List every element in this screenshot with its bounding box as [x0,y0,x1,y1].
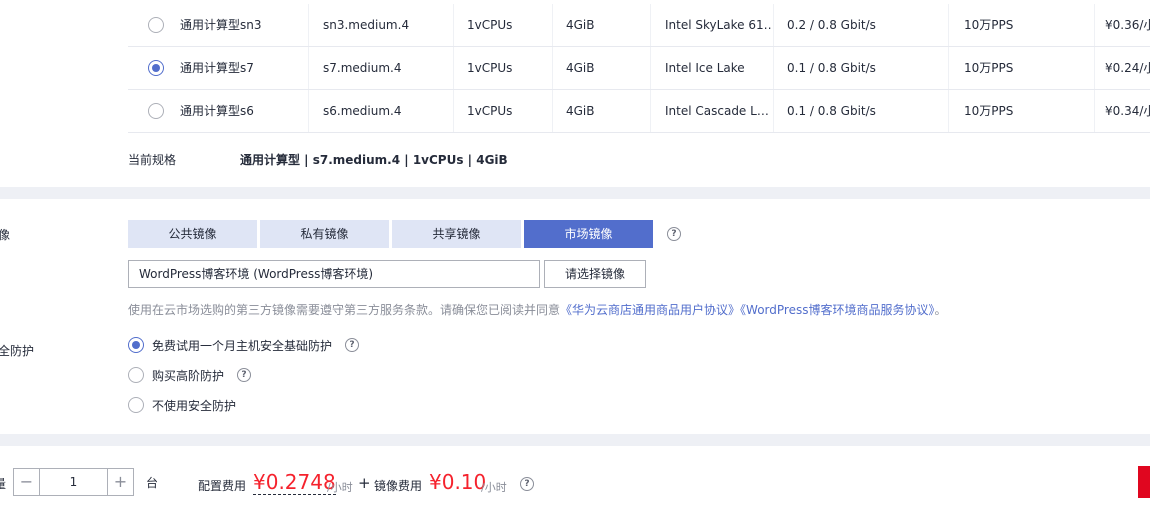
flavor-pps: 10万PPS [964,104,1014,118]
quantity-increment-button[interactable]: + [107,468,134,496]
image-fee-price: ¥0.10 [429,470,487,494]
flavor-spec: sn3.medium.4 [323,18,410,32]
flavor-row-sn3[interactable]: 通用计算型sn3 sn3.medium.4 1vCPUs 4GiB Intel … [128,4,1150,47]
help-icon[interactable]: ? [520,477,534,491]
tab-public-image[interactable]: 公共镜像 [128,220,257,248]
plus-sign: + [358,474,371,492]
image-section-label: 像 [0,228,11,242]
quantity-input[interactable]: 1 [40,468,107,496]
flavor-spec: s7.medium.4 [323,61,402,75]
help-icon[interactable]: ? [345,338,359,352]
flavor-radio[interactable] [148,17,164,33]
current-spec-value: 通用计算型 | s7.medium.4 | 1vCPUs | 4GiB [240,153,508,167]
flavor-bandwidth: 0.1 / 0.8 Gbit/s [787,61,876,75]
config-fee-price[interactable]: ¥0.2748 [253,470,336,495]
tab-shared-image[interactable]: 共享镜像 [392,220,521,248]
flavor-row-s6[interactable]: 通用计算型s6 s6.medium.4 1vCPUs 4GiB Intel Ca… [128,90,1150,133]
flavor-memory: 4GiB [566,61,595,75]
flavor-table-panel: 通用计算型sn3 sn3.medium.4 1vCPUs 4GiB Intel … [0,0,1150,187]
flavor-name: 通用计算型sn3 [180,18,262,32]
flavor-price: ¥0.24/小 [1105,61,1150,75]
security-option-radio[interactable] [128,367,144,383]
flavor-vcpus: 1vCPUs [467,61,513,75]
flavor-row-s7[interactable]: 通用计算型s7 s7.medium.4 1vCPUs 4GiB Intel Ic… [128,47,1150,90]
security-option-radio[interactable] [128,337,144,353]
config-fee-label: 配置费用 [198,479,247,493]
image-security-panel: 像 公共镜像 私有镜像 共享镜像 市场镜像 ? WordPress博客环境 (W… [0,199,1150,434]
flavor-bandwidth: 0.1 / 0.8 Gbit/s [787,104,876,118]
flavor-spec: s6.medium.4 [323,104,402,118]
flavor-vcpus: 1vCPUs [467,18,513,32]
quantity-label: 量 [0,477,7,491]
flavor-vcpus: 1vCPUs [467,104,513,118]
flavor-cpu: Intel Ice Lake [665,61,745,75]
image-fee-unit: /小时 [481,481,507,494]
flavor-radio[interactable] [148,103,164,119]
flavor-bandwidth: 0.2 / 0.8 Gbit/s [787,18,876,32]
service-agreement-link[interactable]: 《WordPress博客环境商品服务协议》 [740,303,934,317]
flavor-cpu: Intel SkyLake 61… [665,18,773,32]
notice-text: 使用在云市场选购的第三方镜像需要遵守第三方服务条款。请确保您已阅读并同意 [128,303,561,317]
select-image-button[interactable]: 请选择镜像 [544,260,646,288]
flavor-cpu: Intel Cascade L… [665,104,769,118]
notice-suffix: 。 [934,303,947,317]
flavor-pps: 10万PPS [964,18,1014,32]
selected-image-field[interactable]: WordPress博客环境 (WordPress博客环境) [128,260,540,288]
purchase-bar: 量 − 1 + 台 配置费用 ¥0.2748 /小时 + 镜像费用 ¥0.10 … [0,446,1150,508]
buy-now-button[interactable] [1138,466,1150,498]
flavor-memory: 4GiB [566,18,595,32]
security-option-none[interactable]: 不使用安全防护 [152,397,236,414]
tab-market-image[interactable]: 市场镜像 [524,220,653,248]
flavor-memory: 4GiB [566,104,595,118]
security-option-radio[interactable] [128,397,144,413]
market-image-notice: 使用在云市场选购的第三方镜像需要遵守第三方服务条款。请确保您已阅读并同意《华为云… [128,301,946,318]
flavor-price: ¥0.36/小 [1105,18,1150,32]
current-spec-label: 当前规格 [128,153,177,167]
quantity-unit: 台 [146,476,159,490]
security-section-label: 全防护 [0,344,35,358]
quantity-decrement-button[interactable]: − [13,468,40,496]
flavor-pps: 10万PPS [964,61,1014,75]
flavor-price: ¥0.34/小 [1105,104,1150,118]
help-icon[interactable]: ? [667,227,681,241]
security-option-free-trial[interactable]: 免费试用一个月主机安全基础防护 [152,337,332,354]
flavor-name: 通用计算型s7 [180,61,254,75]
user-agreement-link[interactable]: 《华为云商店通用商品用户协议》 [560,303,740,317]
tab-private-image[interactable]: 私有镜像 [260,220,389,248]
security-option-advanced[interactable]: 购买高阶防护 [152,367,224,384]
config-fee-unit: /小时 [327,481,353,494]
image-fee-label: 镜像费用 [374,479,423,493]
flavor-name: 通用计算型s6 [180,104,254,118]
help-icon[interactable]: ? [237,368,251,382]
flavor-radio[interactable] [148,60,164,76]
